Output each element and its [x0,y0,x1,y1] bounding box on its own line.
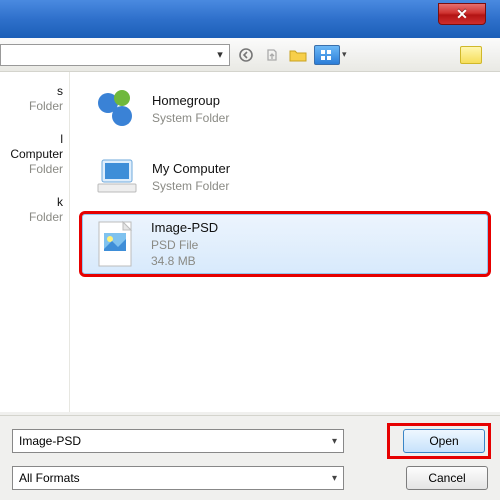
homegroup-icon [90,84,144,134]
title-bar: ✕ [0,0,500,38]
open-button-highlight: Open [390,426,488,456]
file-item-mycomputer[interactable]: My Computer System Folder [82,146,488,208]
left-item-name: l Computer [6,132,63,162]
file-item-image-psd[interactable]: Image-PSD PSD File 34.8 MB [82,214,488,274]
left-item[interactable]: s Folder [0,80,69,128]
back-icon[interactable] [236,45,256,65]
content-area: s Folder l Computer Folder k Folder Home… [0,72,500,412]
folder-icon[interactable] [288,45,308,65]
cancel-button-wrap: Cancel [390,466,488,490]
chevron-down-icon: ▾ [332,473,337,484]
views-dropdown-icon[interactable]: ▾ [342,49,354,60]
file-type: System Folder [152,178,230,194]
left-item-sub: Folder [6,162,63,177]
filename-value: Image-PSD [19,434,81,448]
file-list: Homegroup System Folder My Computer Syst… [70,72,500,412]
open-button[interactable]: Open [403,429,485,453]
left-item-sub: Folder [6,99,63,114]
file-name: Homegroup [152,92,229,110]
file-type: PSD File [151,237,218,253]
cancel-label: Cancel [428,471,465,485]
format-value: All Formats [19,471,80,485]
format-combo[interactable]: All Formats ▾ [12,466,344,490]
left-column: s Folder l Computer Folder k Folder [0,72,70,412]
bottom-panel: Image-PSD ▾ Open All Formats ▾ Cancel [0,415,500,500]
open-label: Open [429,434,458,448]
left-item-name: s [6,84,63,99]
left-item[interactable]: l Computer Folder [0,128,69,191]
file-item-homegroup[interactable]: Homegroup System Folder [82,78,488,140]
cancel-button[interactable]: Cancel [406,466,488,490]
psd-file-icon [89,219,143,269]
computer-icon [90,152,144,202]
new-folder-button[interactable] [460,46,482,64]
views-button[interactable] [314,45,340,65]
file-name: Image-PSD [151,219,218,237]
address-bar[interactable]: ▾ [0,44,230,66]
file-type: System Folder [152,110,229,126]
left-item-sub: Folder [6,210,63,225]
file-name: My Computer [152,160,230,178]
left-item-name: k [6,195,63,210]
close-button[interactable]: ✕ [438,3,486,25]
up-icon[interactable] [262,45,282,65]
chevron-down-icon: ▾ [332,436,337,447]
toolbar: ▾ ▾ [0,38,500,72]
left-item[interactable]: k Folder [0,191,69,239]
file-size: 34.8 MB [151,253,218,269]
chevron-down-icon[interactable]: ▾ [211,48,229,61]
close-icon: ✕ [456,6,468,23]
filename-combo[interactable]: Image-PSD ▾ [12,429,344,453]
